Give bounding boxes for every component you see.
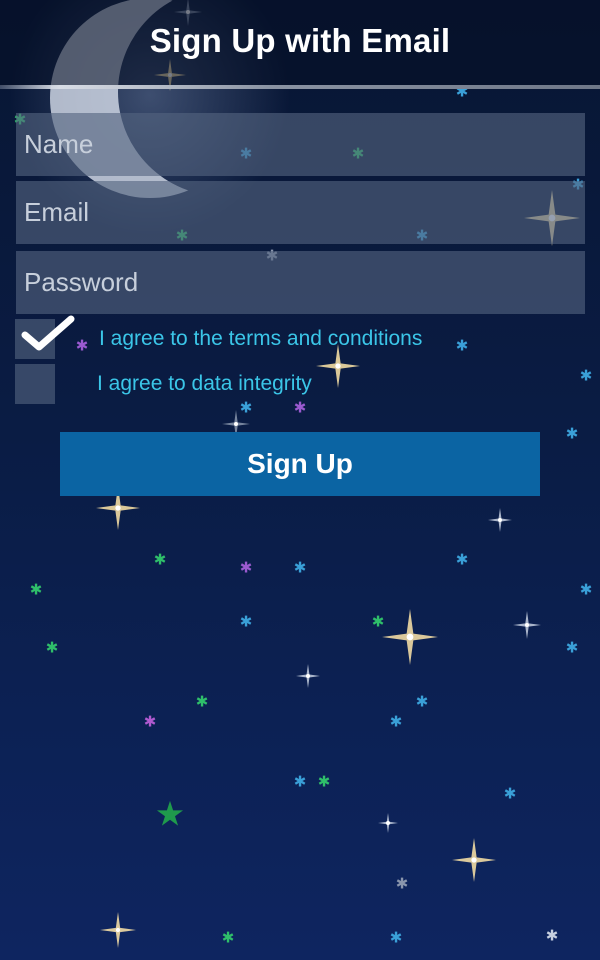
sparkle-core [406, 633, 414, 641]
sparkle-core [115, 505, 121, 511]
sparkle-core [234, 422, 238, 426]
small-star: ✱ [372, 613, 385, 631]
small-star: ✱ [294, 773, 307, 791]
sparkle-star [382, 609, 438, 665]
small-star: ✱ [144, 713, 157, 731]
small-star: ✱ [580, 581, 593, 599]
sparkle-star [452, 838, 496, 882]
checkmark-icon [21, 315, 75, 351]
password-field[interactable] [16, 251, 585, 314]
sparkle-core [335, 363, 341, 369]
sparkle-core [471, 857, 477, 863]
small-star: ✱ [546, 927, 559, 945]
small-star: ✱ [396, 875, 409, 893]
sparkle-core [306, 674, 310, 678]
small-star: ✱ [504, 785, 517, 803]
sparkle-star [296, 664, 320, 688]
sparkle-star [488, 508, 512, 532]
sparkle-core [115, 927, 121, 933]
small-star: ✱ [318, 773, 331, 791]
small-star: ✱ [566, 425, 579, 443]
small-star: ✱ [294, 559, 307, 577]
data-integrity-agreement-row[interactable]: I agree to data integrity [15, 364, 335, 404]
small-star: ✱ [566, 639, 579, 657]
small-star: ✱ [580, 367, 593, 385]
sparkle-core [525, 623, 529, 627]
small-star: ✱ [196, 693, 209, 711]
small-star: ✱ [456, 551, 469, 569]
email-field[interactable] [16, 181, 585, 244]
sparkle-core [498, 518, 502, 522]
small-star: ✱ [390, 929, 403, 947]
header-divider [0, 85, 600, 89]
small-star: ✱ [416, 693, 429, 711]
small-star: ✱ [154, 551, 167, 569]
small-star: ✱ [30, 581, 43, 599]
app-header: Sign Up with Email [0, 0, 600, 86]
sparkle-star [378, 813, 398, 833]
data-integrity-label: I agree to data integrity [97, 372, 312, 395]
small-star: ✱ [222, 929, 235, 947]
name-field[interactable] [16, 113, 585, 176]
sparkle-core [386, 821, 390, 825]
terms-label: I agree to the terms and conditions [99, 327, 423, 350]
data-integrity-checkbox[interactable] [15, 364, 55, 404]
sign-up-button[interactable]: Sign Up [60, 432, 540, 496]
sparkle-star [513, 611, 541, 639]
small-star: ✱ [240, 559, 253, 577]
large-green-star: ★ [155, 795, 185, 835]
small-star: ✱ [390, 713, 403, 731]
terms-agreement-row[interactable]: I agree to the terms and conditions [15, 315, 465, 359]
sparkle-star [100, 912, 136, 948]
small-star: ✱ [46, 639, 59, 657]
small-star: ✱ [240, 613, 253, 631]
page-title: Sign Up with Email [149, 22, 451, 59]
